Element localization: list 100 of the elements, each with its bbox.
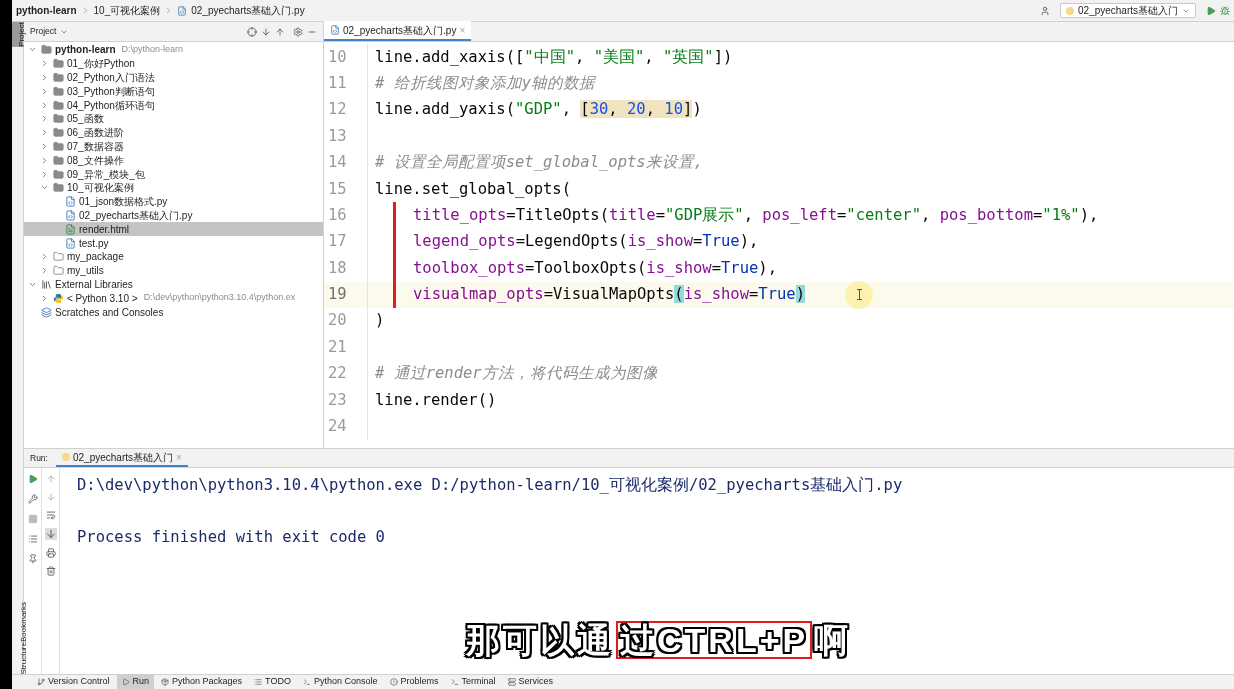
- tree-item[interactable]: my_package: [24, 249, 323, 264]
- folder-icon: [41, 44, 52, 56]
- tree-item[interactable]: 02_pyecharts基础入门.py: [24, 208, 323, 223]
- tool-window-tab[interactable]: Python Console: [297, 675, 383, 689]
- rerun-icon[interactable]: [27, 474, 38, 484]
- code-text: # 给折线图对象添加y轴的数据: [375, 72, 595, 94]
- tree-item[interactable]: render.html: [24, 222, 323, 237]
- trash-icon[interactable]: [45, 566, 56, 576]
- tree-item[interactable]: Scratches and Consoles: [24, 305, 323, 319]
- tree-item[interactable]: 04_Python循环语句: [24, 98, 323, 112]
- run-configuration-tab[interactable]: 02_pyecharts基础入门 ×: [55, 449, 188, 467]
- list-icon: [254, 678, 263, 686]
- tool-window-tab[interactable]: Version Control: [32, 675, 115, 689]
- side-tab[interactable]: Structure: [12, 641, 24, 674]
- terminal-icon: [450, 678, 459, 686]
- run-icon[interactable]: [1206, 5, 1216, 16]
- panel-title: Run:: [30, 451, 48, 465]
- subtitle-text: 过CTRL+P: [616, 621, 813, 659]
- tree-item[interactable]: 03_Python判断语句: [24, 84, 323, 99]
- play-icon: [121, 678, 130, 686]
- tree-item[interactable]: 01_你好Python: [24, 56, 323, 71]
- print-icon[interactable]: [45, 548, 56, 558]
- locate-icon[interactable]: [247, 26, 257, 37]
- layout-icon[interactable]: [27, 534, 38, 544]
- breadcrumb-item[interactable]: 02_pyecharts基础入门.py: [191, 3, 305, 18]
- tool-window-tab[interactable]: Run: [116, 675, 155, 689]
- code-text: line.add_yaxis("GDP", [30, 20, 10]): [375, 99, 702, 121]
- console-icon: [302, 678, 311, 686]
- tool-window-tab[interactable]: Problems: [384, 675, 444, 689]
- folder-icon: [53, 99, 64, 111]
- tool-window-tab[interactable]: TODO: [249, 675, 296, 689]
- folder-icon: [53, 58, 64, 70]
- tree-item[interactable]: test.py: [24, 236, 323, 250]
- subtitle-text: 啊: [812, 621, 853, 659]
- tree-item-label: python-learn: [55, 43, 116, 58]
- soft-wrap-icon[interactable]: [45, 510, 56, 520]
- tree-item-label: 04_Python循环语句: [67, 98, 155, 113]
- tree-item[interactable]: External Libraries: [24, 277, 323, 292]
- stop-icon[interactable]: [27, 514, 38, 524]
- tree-item-label: 10_可视化案例: [67, 181, 134, 196]
- code-text: line.render(): [375, 389, 497, 411]
- tree-item-label: my_utils: [67, 264, 104, 279]
- breadcrumb-item[interactable]: 10_可视化案例: [93, 3, 161, 18]
- tree-item[interactable]: my_utils: [24, 263, 323, 278]
- settings-icon[interactable]: [293, 26, 303, 37]
- wrench-icon[interactable]: [27, 494, 38, 504]
- tree-item[interactable]: < Python 3.10 > D:\dev\python\python3.10.4\python.ex: [24, 291, 323, 306]
- code-text: title_opts=TitleOpts(title="GDP展示", pos_left="center", pos_bottom="1%"),: [413, 204, 1099, 226]
- folder-icon: [53, 168, 64, 180]
- path-hint: D:\python-learn: [121, 43, 184, 57]
- user-icon[interactable]: [1039, 5, 1050, 16]
- code-text: # 设置全局配置项set_global_opts来设置,: [375, 152, 703, 174]
- tree-item-label: my_package: [67, 250, 124, 265]
- breadcrumb-item[interactable]: python-learn: [16, 3, 77, 18]
- panel-title[interactable]: Project: [30, 25, 57, 38]
- tree-item-label: render.html: [79, 222, 130, 237]
- code-text: legend_opts=LegendOpts(is_show=True),: [413, 231, 759, 253]
- tree-item-label: External Libraries: [55, 277, 133, 292]
- run-config-dropdown[interactable]: 02_pyecharts基础入门: [1059, 3, 1196, 18]
- library-icon: [41, 278, 52, 290]
- console-output-line: D:\dev\python\python3.10.4\python.exe D:/python-learn/10_可视化案例/02_pyecharts基础入门.py: [77, 475, 904, 496]
- expand-all-icon[interactable]: [261, 26, 271, 37]
- tool-window-tab[interactable]: Terminal: [445, 675, 501, 689]
- arrow-down-icon[interactable]: [45, 492, 56, 502]
- collapse-all-icon[interactable]: [275, 26, 285, 37]
- code-text: line.set_global_opts(: [375, 178, 571, 200]
- folder-icon: [53, 182, 64, 194]
- tree-item[interactable]: 06_函数进阶: [24, 125, 323, 140]
- package-folder-icon: [53, 251, 64, 263]
- tree-item-label: 06_函数进阶: [67, 126, 124, 141]
- tree-item[interactable]: 09_异常_模块_包: [24, 167, 323, 181]
- tree-item-label: < Python 3.10 >: [67, 291, 138, 306]
- side-tab[interactable]: Bookmarks: [12, 601, 24, 642]
- tree-item[interactable]: 07_数据容器: [24, 139, 323, 154]
- tool-window-tab[interactable]: Services: [502, 675, 559, 689]
- tree-item[interactable]: python-learn D:\python-learn: [24, 43, 323, 57]
- tree-item[interactable]: 08_文件操作: [24, 153, 323, 168]
- tree-item-label: 08_文件操作: [67, 153, 124, 168]
- arrow-up-icon[interactable]: [45, 474, 56, 484]
- tree-item[interactable]: 10_可视化案例: [24, 180, 323, 195]
- tree-item-label: Scratches and Consoles: [55, 305, 164, 320]
- line-number: 19: [324, 281, 368, 308]
- tree-item-label: 01_你好Python: [67, 57, 135, 72]
- chevron-right-icon[interactable]: [40, 293, 49, 303]
- tree-item[interactable]: 05_函数: [24, 112, 323, 126]
- folder-icon: [53, 113, 64, 125]
- path-hint: D:\dev\python\python3.10.4\python.ex: [143, 291, 296, 305]
- pin-icon[interactable]: [27, 554, 38, 564]
- code-text: visualmap_opts=VisualMapOpts(is_show=True): [413, 284, 805, 306]
- code-text: ): [375, 310, 385, 332]
- package-folder-icon: [53, 265, 64, 277]
- tree-item-label: 02_pyecharts基础入门.py: [79, 208, 193, 223]
- scroll-to-end-icon[interactable]: [44, 528, 57, 540]
- tree-item[interactable]: 02_Python入门语法: [24, 70, 323, 85]
- code-text: # 通过render方法，将代码生成为图像: [375, 363, 658, 385]
- debug-icon[interactable]: [1220, 5, 1230, 16]
- tool-window-tab[interactable]: Python Packages: [156, 675, 248, 689]
- editor-tab[interactable]: 02_pyecharts基础入门.py ×: [324, 21, 472, 41]
- tree-item[interactable]: 01_json数据格式.py: [24, 194, 323, 209]
- folder-icon: [53, 154, 64, 166]
